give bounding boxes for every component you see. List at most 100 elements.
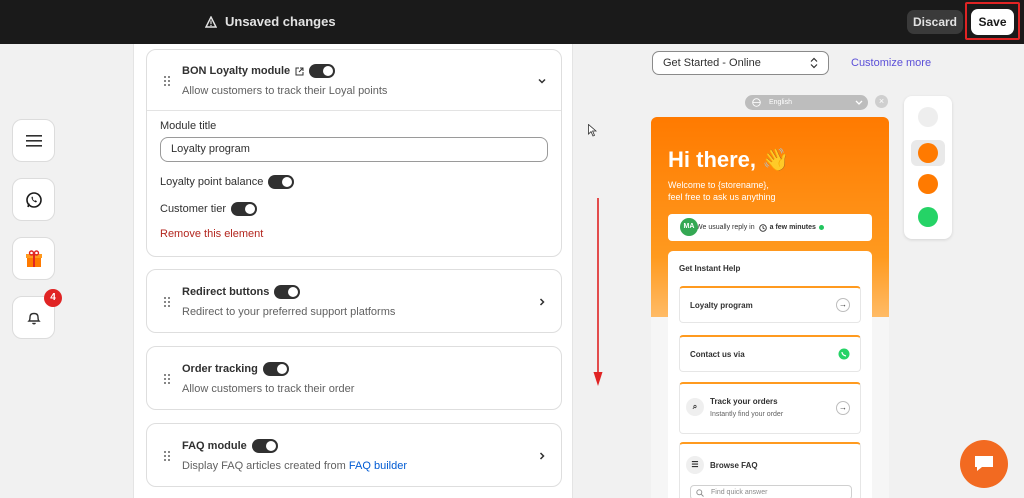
reply-text: We usually reply in bbox=[696, 224, 755, 231]
chat-bubble-icon bbox=[975, 456, 993, 471]
drag-handle-icon[interactable] bbox=[164, 297, 170, 307]
widget-item-track[interactable]: ⌕ Track your orders Instantly find your … bbox=[679, 382, 861, 434]
chevron-down-icon[interactable] bbox=[537, 76, 547, 86]
gift-button[interactable] bbox=[12, 237, 55, 280]
search-icon bbox=[696, 489, 704, 497]
unsaved-status: Unsaved changes bbox=[205, 14, 336, 29]
instant-help-panel: Get Instant Help Loyalty program → Conta… bbox=[668, 251, 872, 498]
launcher-column bbox=[904, 96, 952, 239]
order-tracking-card[interactable]: Order tracking Allow customers to track … bbox=[146, 346, 562, 410]
module-title-label: Module title bbox=[160, 120, 217, 132]
faq-toggle[interactable] bbox=[251, 439, 278, 453]
loyalty-title-text: BON Loyalty module bbox=[182, 65, 291, 77]
external-link-icon[interactable] bbox=[295, 67, 304, 76]
save-button[interactable]: Save bbox=[971, 9, 1014, 35]
faq-title-text: FAQ module bbox=[182, 440, 247, 452]
widget-item-faq[interactable]: ☰ Browse FAQ Find quick answer bbox=[679, 442, 861, 498]
redirect-toggle[interactable] bbox=[274, 285, 301, 299]
select-caret-icon bbox=[810, 57, 818, 69]
welcome-line-1: Welcome to {storename}, bbox=[668, 180, 769, 190]
widget-item-contact[interactable]: Contact us via bbox=[679, 335, 861, 372]
arrow-right-icon: → bbox=[836, 298, 850, 312]
launcher-selected-slot[interactable] bbox=[911, 140, 945, 166]
module-title-input[interactable]: Loyalty program bbox=[160, 137, 548, 162]
reply-time-box: MA We usually reply in a few minutes bbox=[668, 214, 872, 241]
loyalty-balance-label: Loyalty point balance bbox=[160, 176, 264, 188]
notification-badge: 4 bbox=[44, 289, 62, 307]
unsaved-text: Unsaved changes bbox=[225, 14, 336, 29]
redirect-title-text: Redirect buttons bbox=[182, 286, 270, 298]
scroll-down-arrow-annotation bbox=[593, 198, 603, 386]
loyalty-balance-toggle[interactable] bbox=[268, 175, 295, 189]
cursor-icon bbox=[588, 124, 597, 137]
loyalty-module-toggle[interactable] bbox=[309, 64, 336, 78]
loyalty-card-description: Allow customers to track their Loyal poi… bbox=[182, 85, 388, 97]
redirect-card-description: Redirect to your preferred support platf… bbox=[182, 306, 396, 318]
faq-icon: ☰ bbox=[686, 456, 704, 474]
order-card-description: Allow customers to track their order bbox=[182, 383, 355, 395]
avatar: MA bbox=[680, 218, 698, 236]
loyalty-module-card: BON Loyalty module Allow customers to tr… bbox=[146, 49, 562, 257]
customer-tier-row: Customer tier bbox=[160, 202, 258, 216]
top-bar: Unsaved changes Discard Save bbox=[0, 0, 1024, 44]
minus-icon[interactable] bbox=[918, 107, 938, 127]
search-order-icon: ⌕ bbox=[686, 398, 704, 416]
globe-icon bbox=[752, 98, 761, 107]
clock-icon bbox=[758, 223, 767, 232]
chevron-right-icon[interactable] bbox=[537, 451, 547, 461]
drag-handle-icon[interactable] bbox=[164, 374, 170, 384]
widget-item-contact-label: Contact us via bbox=[690, 350, 745, 359]
gift-icon[interactable] bbox=[918, 174, 938, 194]
warning-icon bbox=[205, 15, 217, 28]
chevron-right-icon[interactable] bbox=[537, 297, 547, 307]
loyalty-card-title: BON Loyalty module bbox=[182, 64, 336, 78]
redirect-buttons-card[interactable]: Redirect buttons Redirect to your prefer… bbox=[146, 269, 562, 333]
whatsapp-icon bbox=[25, 191, 42, 208]
brand-logo-icon bbox=[918, 143, 938, 163]
whatsapp-icon[interactable] bbox=[918, 207, 938, 227]
order-title-text: Order tracking bbox=[182, 363, 258, 375]
gift-icon bbox=[25, 249, 42, 267]
page-select-value: Get Started - Online bbox=[663, 57, 761, 69]
faq-search-input[interactable]: Find quick answer bbox=[690, 485, 852, 498]
bell-icon bbox=[26, 312, 41, 324]
faq-card-title: FAQ module bbox=[182, 439, 278, 453]
customer-tier-toggle[interactable] bbox=[231, 202, 258, 216]
faq-module-card[interactable]: FAQ module Display FAQ articles created … bbox=[146, 423, 562, 487]
welcome-line-2: feel free to ask us anything bbox=[668, 192, 776, 202]
drag-handle-icon[interactable] bbox=[164, 76, 170, 86]
faq-builder-link[interactable]: FAQ builder bbox=[349, 460, 407, 472]
redirect-card-title: Redirect buttons bbox=[182, 285, 301, 299]
faq-description-text: Display FAQ articles created from bbox=[182, 460, 346, 472]
card-divider bbox=[147, 110, 561, 111]
customize-more-link[interactable]: Customize more bbox=[851, 57, 931, 69]
widget-item-track-sub: Instantly find your order bbox=[710, 411, 784, 418]
menu-icon bbox=[25, 134, 42, 147]
widget-item-track-label: Track your orders bbox=[710, 397, 778, 406]
widget-greeting: Hi there, 👋 bbox=[668, 147, 790, 172]
close-icon[interactable]: × bbox=[875, 95, 888, 108]
chevron-down-icon bbox=[855, 100, 863, 105]
chat-launcher-button[interactable] bbox=[960, 440, 1008, 488]
chat-widget-preview: Hi there, 👋 Welcome to {storename}, feel… bbox=[651, 117, 889, 498]
page-select[interactable]: Get Started - Online bbox=[652, 51, 829, 75]
discard-button[interactable]: Discard bbox=[907, 10, 963, 34]
whatsapp-button[interactable] bbox=[12, 178, 55, 221]
help-title: Get Instant Help bbox=[679, 264, 741, 273]
widget-item-loyalty-label: Loyalty program bbox=[690, 301, 753, 310]
language-value: English bbox=[769, 99, 792, 106]
language-select[interactable]: English bbox=[745, 95, 868, 110]
widget-item-loyalty[interactable]: Loyalty program → bbox=[679, 286, 861, 323]
settings-column: BON Loyalty module Allow customers to tr… bbox=[133, 44, 573, 498]
remove-element-link[interactable]: Remove this element bbox=[160, 228, 263, 240]
menu-button[interactable] bbox=[12, 119, 55, 162]
faq-card-description: Display FAQ articles created from FAQ bu… bbox=[182, 460, 407, 472]
whatsapp-icon bbox=[838, 348, 850, 360]
order-tracking-toggle[interactable] bbox=[262, 362, 289, 376]
widget-welcome: Welcome to {storename}, feel free to ask… bbox=[668, 179, 776, 203]
widget-item-faq-label: Browse FAQ bbox=[710, 461, 758, 470]
customer-tier-label: Customer tier bbox=[160, 203, 227, 215]
loyalty-balance-row: Loyalty point balance bbox=[160, 175, 295, 189]
order-card-title: Order tracking bbox=[182, 362, 289, 376]
drag-handle-icon[interactable] bbox=[164, 451, 170, 461]
